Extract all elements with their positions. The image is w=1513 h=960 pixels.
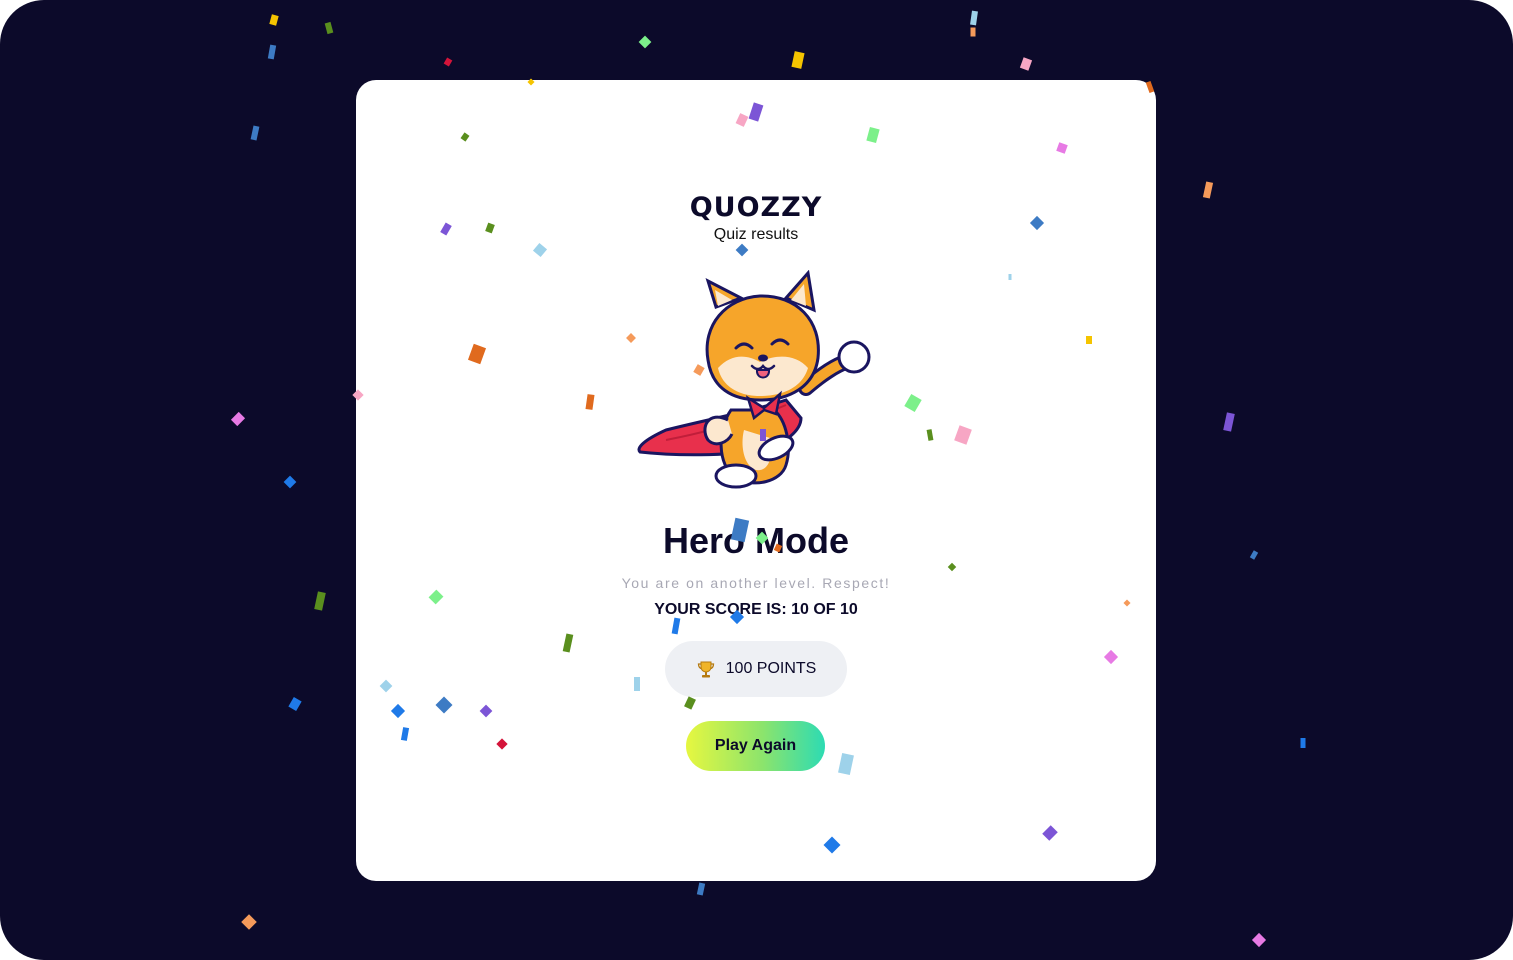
confetti-piece [269,14,279,26]
confetti-piece [638,35,652,49]
confetti-piece [443,57,453,67]
points-badge: 100 POINTS [665,641,847,697]
confetti-piece [241,914,257,930]
confetti-piece [1249,550,1259,560]
score-text: YOUR SCORE IS: 10 OF 10 [654,601,858,618]
results-card: QUOZZY Quiz results Hero Mode You are on… [356,80,1156,881]
trophy-icon [697,661,714,678]
confetti-piece [250,125,260,141]
shiba-superhero-icon [637,270,871,489]
page-subtitle: Quiz results [713,226,799,243]
confetti-piece [696,882,706,896]
play-again-button[interactable]: Play Again [686,721,825,771]
confetti-piece [283,475,297,489]
confetti-piece [1019,57,1033,71]
confetti-piece [791,51,805,69]
confetti-piece [267,44,277,60]
brand-logo: QUOZZY [689,192,823,223]
confetti-piece [1300,738,1306,748]
confetti-piece [1223,412,1235,432]
confetti-piece [314,591,326,611]
confetti-piece [1202,181,1214,199]
result-description: You are on another level. Respect! [621,575,891,591]
confetti-piece [324,21,334,35]
confetti-piece [230,411,246,427]
points-label: 100 POINTS [725,660,817,677]
confetti-piece [970,27,976,37]
app-screen: QUOZZY Quiz results Hero Mode You are on… [0,0,1513,960]
result-title: Hero Mode [662,520,849,561]
confetti-piece [1251,932,1267,948]
confetti-piece [970,10,978,26]
confetti-piece [288,696,302,712]
